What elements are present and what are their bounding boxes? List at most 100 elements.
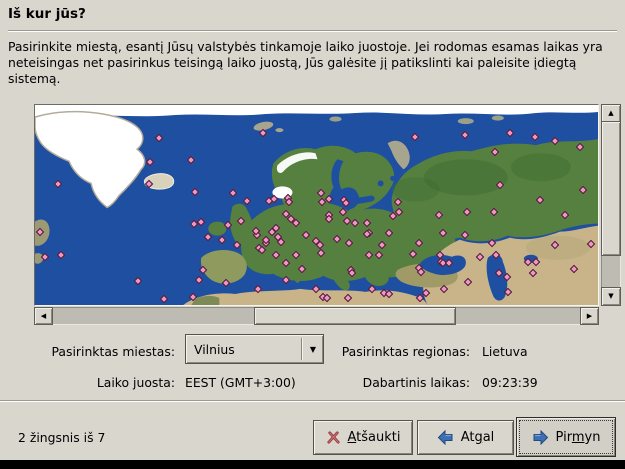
city-marker[interactable]	[496, 181, 504, 189]
city-marker[interactable]	[292, 251, 300, 259]
city-marker[interactable]	[561, 211, 569, 219]
map-horizontal-scrollbar[interactable]: ◀ ▶	[34, 307, 599, 325]
city-marker[interactable]	[254, 285, 262, 293]
city-select[interactable]: Vilnius ▼	[185, 334, 324, 364]
city-marker[interactable]	[488, 239, 496, 247]
city-marker[interactable]	[464, 278, 472, 286]
city-marker[interactable]	[461, 131, 469, 139]
city-marker[interactable]	[199, 266, 207, 274]
city-marker[interactable]	[339, 208, 347, 216]
city-marker[interactable]	[532, 258, 540, 266]
city-marker[interactable]	[134, 277, 142, 285]
city-marker[interactable]	[504, 288, 512, 296]
city-marker[interactable]	[145, 180, 153, 188]
cancel-button[interactable]: Atšaukti	[313, 420, 413, 455]
city-marker[interactable]	[536, 196, 544, 204]
map-vertical-scrollbar[interactable]: ▲ ▼	[601, 104, 621, 306]
city-marker[interactable]	[394, 198, 402, 206]
city-marker[interactable]	[229, 189, 237, 197]
city-marker[interactable]	[298, 265, 306, 273]
city-marker[interactable]	[435, 211, 443, 219]
city-marker[interactable]	[415, 239, 423, 247]
city-marker[interactable]	[378, 241, 386, 249]
city-marker[interactable]	[41, 253, 49, 261]
city-marker[interactable]	[259, 129, 267, 137]
city-marker[interactable]	[551, 137, 559, 145]
city-marker[interactable]	[302, 231, 310, 239]
city-marker[interactable]	[155, 134, 163, 142]
city-marker[interactable]	[282, 259, 290, 267]
city-marker[interactable]	[272, 251, 280, 259]
city-marker[interactable]	[343, 217, 351, 225]
focus-ring	[519, 420, 613, 454]
city-marker[interactable]	[439, 229, 447, 237]
city-marker[interactable]	[218, 236, 226, 244]
city-marker[interactable]	[409, 250, 417, 258]
scroll-up-icon: ▲	[608, 110, 613, 117]
city-marker[interactable]	[476, 253, 484, 261]
city-marker[interactable]	[243, 197, 251, 205]
city-marker[interactable]	[36, 228, 44, 236]
region-label: Pasirinktas regionas:	[330, 344, 470, 359]
city-marker[interactable]	[490, 208, 498, 216]
back-button[interactable]: Atgal	[417, 420, 514, 455]
city-marker[interactable]	[491, 148, 499, 156]
city-marker[interactable]	[195, 276, 203, 284]
city-marker[interactable]	[317, 189, 325, 197]
city-marker[interactable]	[417, 268, 425, 276]
scroll-down-button[interactable]: ▼	[601, 287, 621, 306]
city-marker[interactable]	[385, 290, 393, 298]
scroll-right-button[interactable]: ▶	[580, 307, 599, 325]
city-marker[interactable]	[333, 235, 341, 243]
city-marker[interactable]	[587, 240, 595, 248]
city-marker[interactable]	[342, 199, 350, 207]
city-marker[interactable]	[579, 186, 587, 194]
scroll-left-button[interactable]: ◀	[34, 307, 53, 325]
city-marker[interactable]	[551, 241, 559, 249]
city-marker[interactable]	[146, 158, 154, 166]
timezone-map[interactable]	[34, 104, 599, 306]
city-marker[interactable]	[285, 198, 293, 206]
city-marker[interactable]	[204, 233, 212, 241]
city-marker[interactable]	[411, 133, 419, 141]
city-marker[interactable]	[529, 269, 537, 277]
city-marker[interactable]	[345, 239, 353, 247]
vertical-scroll-thumb[interactable]	[601, 121, 621, 256]
city-marker[interactable]	[492, 251, 500, 259]
city-marker[interactable]	[363, 219, 371, 227]
city-marker[interactable]	[461, 231, 469, 239]
city-marker[interactable]	[312, 285, 320, 293]
city-marker[interactable]	[351, 219, 359, 227]
city-marker[interactable]	[197, 218, 205, 226]
city-marker[interactable]	[233, 241, 241, 249]
city-marker[interactable]	[224, 221, 232, 229]
city-marker[interactable]	[222, 279, 230, 287]
city-marker[interactable]	[365, 251, 373, 259]
city-marker[interactable]	[187, 156, 195, 164]
city-marker[interactable]	[57, 251, 65, 259]
city-marker[interactable]	[317, 249, 325, 257]
city-marker[interactable]	[385, 229, 393, 237]
city-marker[interactable]	[344, 294, 352, 302]
city-marker[interactable]	[323, 294, 331, 302]
city-marker[interactable]	[445, 259, 453, 267]
city-marker[interactable]	[54, 180, 62, 188]
city-marker[interactable]	[368, 285, 376, 293]
city-marker[interactable]	[576, 143, 584, 151]
arrow-left-icon	[437, 430, 454, 445]
horizontal-scroll-thumb[interactable]	[254, 307, 456, 325]
city-marker[interactable]	[531, 133, 539, 141]
city-marker[interactable]	[160, 295, 168, 303]
city-marker[interactable]	[237, 217, 245, 225]
city-marker[interactable]	[503, 273, 511, 281]
next-button[interactable]: Pirmyn	[516, 417, 616, 457]
city-marker[interactable]	[440, 285, 448, 293]
city-marker[interactable]	[292, 219, 300, 227]
city-marker[interactable]	[282, 276, 290, 284]
city-marker[interactable]	[375, 251, 383, 259]
city-marker[interactable]	[506, 129, 514, 137]
city-marker[interactable]	[463, 208, 471, 216]
city-marker[interactable]	[191, 188, 199, 196]
city-marker[interactable]	[570, 265, 578, 273]
city-marker[interactable]	[189, 293, 197, 301]
